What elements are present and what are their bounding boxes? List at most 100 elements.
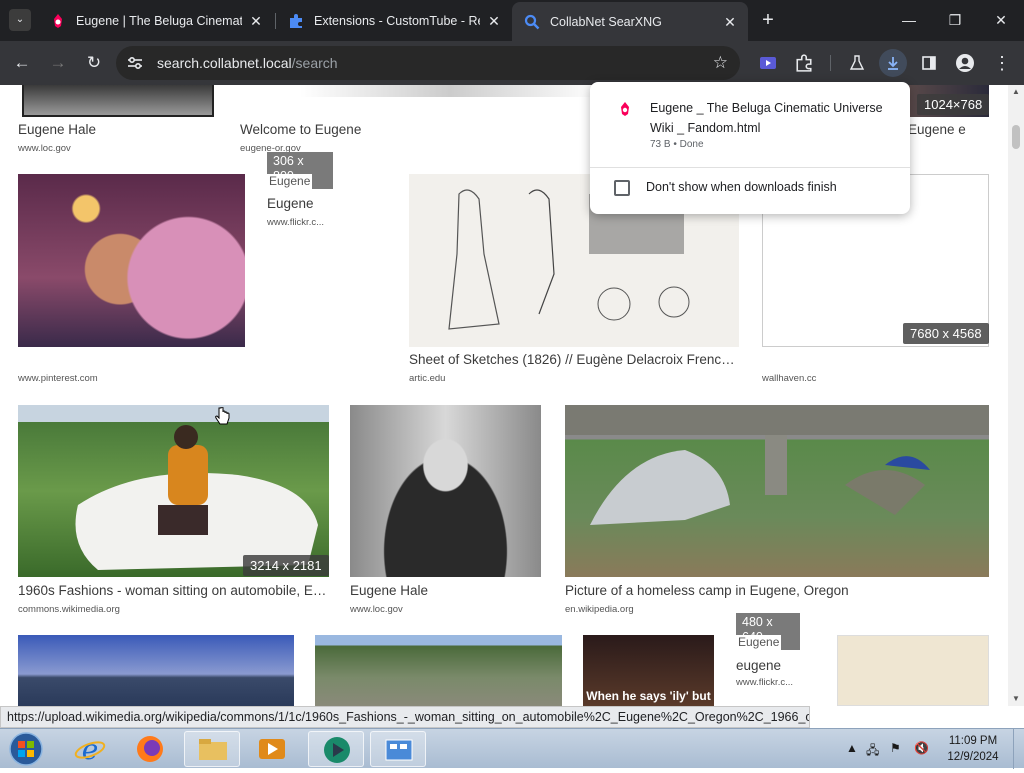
dont-show-label[interactable]: Don't show when downloads finish [646,180,837,194]
result-title[interactable]: Picture of a homeless camp in Eugene, Or… [565,583,989,598]
page-scrollbar[interactable]: ▲ ▼ [1008,85,1024,706]
url-text: search.collabnet.local/search [157,55,338,71]
minimize-button[interactable]: — [886,0,932,41]
result-image[interactable] [18,635,294,706]
puzzle-icon [290,14,302,28]
result-title[interactable]: 1960s Fashions - woman sitting on automo… [18,583,329,598]
tab-searxng[interactable]: CollabNet SearXNG ✕ [512,2,748,41]
browser-toolbar: ← → ↻ search.collabnet.local/search ☆ ⋮ [0,41,1024,85]
folder-icon [199,739,227,760]
taskbar-media-player[interactable] [244,731,300,767]
scrollbar-thumb[interactable] [1012,125,1020,149]
clock-time: 11:09 PM [948,735,998,747]
image-dimensions-badge: 3214 x 2181 [243,555,329,576]
back-button[interactable]: ← [8,49,36,77]
tab-eugene-fandom[interactable]: Eugene | The Beluga Cinematic ✕ [38,4,274,38]
result-url: artic.edu [409,373,446,384]
result-title[interactable]: Eugene Hale [18,122,238,137]
result-title[interactable]: Sheet of Sketches (1826) // Eugène Delac… [409,352,739,367]
broken-image[interactable]: 306 x 800 Eugene [267,152,333,189]
show-desktop-button[interactable] [1013,729,1024,769]
bookmark-star-icon[interactable]: ☆ [713,46,728,80]
search-icon [524,14,540,29]
result-image[interactable] [350,405,541,577]
fandom-icon [54,14,62,28]
taskbar-ie[interactable]: e [62,731,118,767]
browser-app-icon [324,737,350,763]
firefox-icon [137,736,163,762]
result-image[interactable] [22,85,214,117]
image-alt-text: Eugene [267,174,313,189]
reload-icon: ↻ [86,53,102,72]
result-title[interactable]: eugene [736,658,826,673]
broken-image[interactable]: 480 x 640 Eugene [736,613,800,650]
tab-title: CollabNet SearXNG [550,14,662,29]
result-title[interactable]: Eugene [267,196,387,211]
result-title[interactable]: Welcome to Eugene [240,122,440,137]
volume-muted-icon[interactable]: 🔇 [914,741,929,755]
result-url: commons.wikimedia.org [18,604,120,615]
downloads-bubble: Eugene _ The Beluga Cinematic Universe W… [590,82,910,214]
taskbar-browser[interactable] [308,731,364,767]
image-dimensions-badge: 7680 x 4568 [903,323,989,344]
result-url: wallhaven.cc [762,373,817,384]
network-icon[interactable]: 🖧 [866,741,879,762]
restore-button[interactable]: ❐ [932,0,978,41]
result-url: www.flickr.c... [736,677,794,688]
result-url: www.pinterest.com [18,373,98,384]
scroll-up-icon[interactable]: ▲ [1008,85,1024,99]
taskbar-control-panel[interactable] [370,731,426,767]
side-panel-icon[interactable] [915,49,943,77]
tray-expand-icon[interactable]: ▲ [846,741,858,755]
download-status: 73 B • Done [650,139,704,150]
result-url: en.wikipedia.org [565,604,634,615]
image-alt-text: Eugene [736,635,782,650]
dont-show-checkbox[interactable] [614,180,630,196]
customtube-extension-icon[interactable] [754,49,782,77]
taskbar-clock[interactable]: 11:09 PM 12/9/2024 [938,733,1008,765]
control-panel-icon [385,739,413,761]
tab-strip: ⌄ Eugene | The Beluga Cinematic ✕ Extens… [0,0,1024,41]
download-filename[interactable]: Eugene _ The Beluga Cinematic Universe W… [650,98,890,138]
arrow-left-icon: ← [13,53,31,72]
labs-flask-icon[interactable] [843,49,871,77]
divider [590,167,910,168]
new-tab-button[interactable]: + [758,10,778,30]
tab-close-icon[interactable]: ✕ [248,13,264,29]
forward-button[interactable]: → [44,49,72,77]
downloads-button[interactable] [879,49,907,77]
result-image[interactable] [315,635,562,706]
result-image[interactable] [837,635,989,706]
taskbar-firefox[interactable] [122,731,178,767]
extensions-icon[interactable] [790,49,818,77]
result-image[interactable] [300,85,600,97]
close-window-button[interactable]: ✕ [978,0,1024,41]
result-title[interactable]: Eugene e [908,122,988,137]
tab-title: Eugene | The Beluga Cinematic [76,14,242,28]
result-title[interactable]: Eugene Hale [350,583,541,598]
taskbar-explorer[interactable] [184,731,240,767]
tab-extensions[interactable]: Extensions - CustomTube - Re ✕ [276,4,512,38]
svg-text:e: e [82,733,99,766]
tab-close-icon[interactable]: ✕ [486,13,502,29]
toolbar-separator [830,55,831,71]
action-center-flag-icon[interactable]: ⚑ [890,741,901,755]
site-info-icon[interactable] [126,54,144,72]
result-image[interactable]: When he says 'ily' but [583,635,714,706]
result-url: www.loc.gov [18,143,71,154]
scroll-down-icon[interactable]: ▼ [1008,692,1024,706]
tab-close-icon[interactable]: ✕ [722,14,738,30]
profile-avatar-icon[interactable] [951,49,979,77]
reload-button[interactable]: ↻ [80,49,108,77]
result-image[interactable] [18,405,329,577]
tab-title: Extensions - CustomTube - Re [314,14,480,28]
media-player-icon [259,739,285,759]
windows-start-icon[interactable] [6,731,46,767]
result-image[interactable] [18,174,245,347]
tab-search-button[interactable]: ⌄ [9,9,31,31]
html-file-icon [621,102,629,116]
result-image[interactable] [565,405,989,577]
address-bar[interactable]: search.collabnet.local/search ☆ [116,46,740,80]
browser-menu-icon[interactable]: ⋮ [988,49,1016,77]
windows-taskbar: e ▲ 🖧 ⚑ 🔇 11:09 PM 12/9/2024 [0,728,1024,769]
